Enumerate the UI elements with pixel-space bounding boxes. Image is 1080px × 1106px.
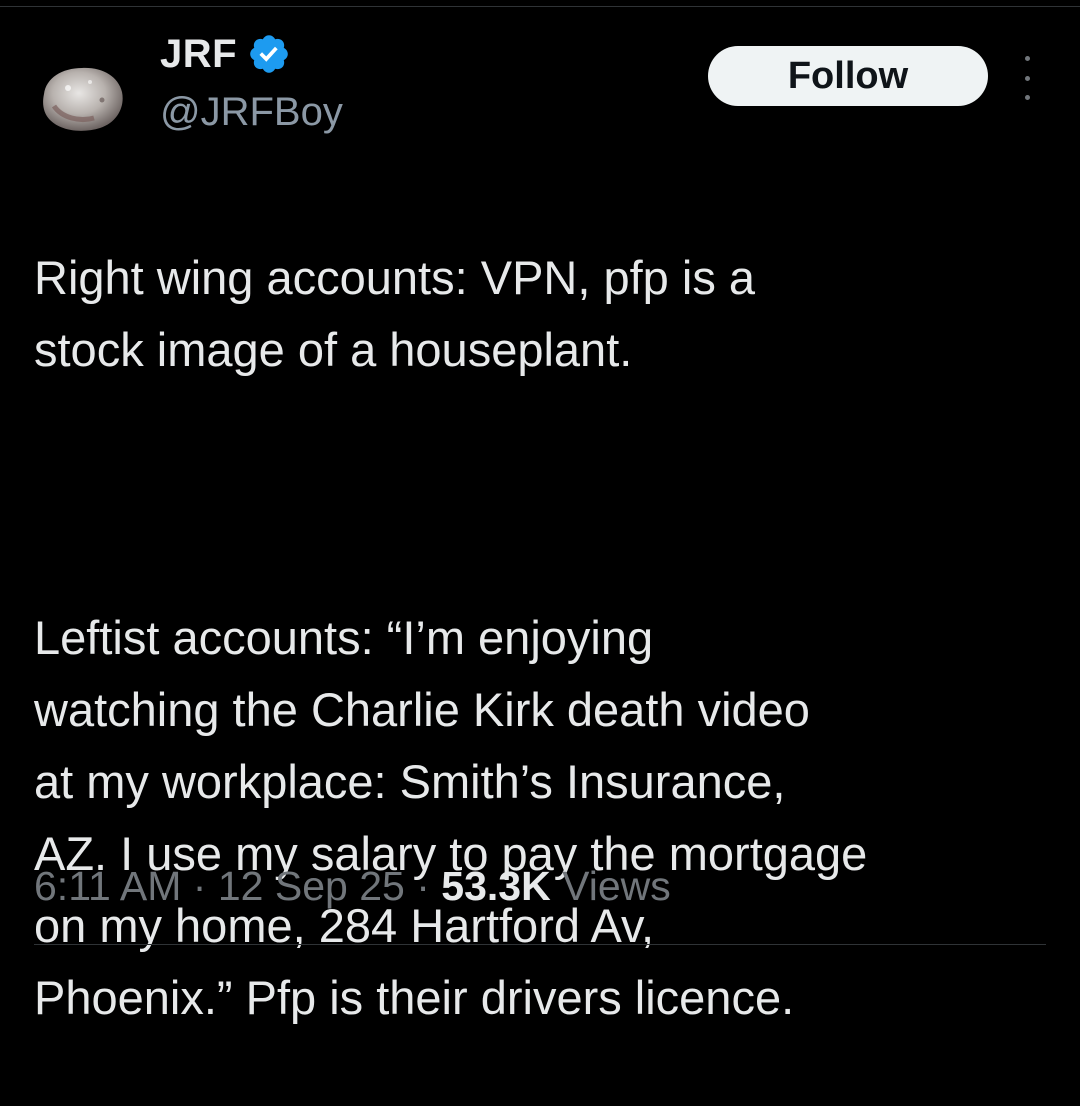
user-handle[interactable]: @JRFBoy xyxy=(160,86,343,138)
tweet-date[interactable]: 12 Sep 25 xyxy=(218,863,405,909)
tweet-text: Right wing accounts: VPN, pfp is a stock… xyxy=(34,170,1064,1106)
avatar[interactable] xyxy=(32,48,132,148)
tweet-paragraph-1: Right wing accounts: VPN, pfp is a stock… xyxy=(34,251,756,376)
tweet-time[interactable]: 6:11 AM xyxy=(34,863,181,909)
views-label: Views xyxy=(562,863,671,909)
more-dot xyxy=(1024,75,1030,81)
meta-separator: · xyxy=(416,863,430,909)
display-name[interactable]: JRF xyxy=(160,32,237,77)
tweet-meta: 6:11 AM · 12 Sep 25 · 53.3K Views xyxy=(34,856,671,916)
views-count[interactable]: 53.3K xyxy=(441,863,550,909)
verified-badge-icon xyxy=(247,32,291,76)
follow-button[interactable]: Follow xyxy=(708,46,988,106)
more-dot xyxy=(1024,95,1030,100)
tweet-paragraph-2: Leftist accounts: “I’m enjoying watching… xyxy=(34,611,868,1024)
bottom-divider xyxy=(34,944,1046,945)
tweet: JRF @JRFBoy Follow Right wing accounts: … xyxy=(0,0,1080,1024)
more-vertical-icon[interactable] xyxy=(1012,56,1042,100)
more-dot xyxy=(1024,56,1030,61)
avatar-rock-image xyxy=(43,67,123,131)
meta-separator: · xyxy=(192,863,207,909)
top-divider xyxy=(0,6,1080,7)
name-row: JRF xyxy=(160,28,291,80)
